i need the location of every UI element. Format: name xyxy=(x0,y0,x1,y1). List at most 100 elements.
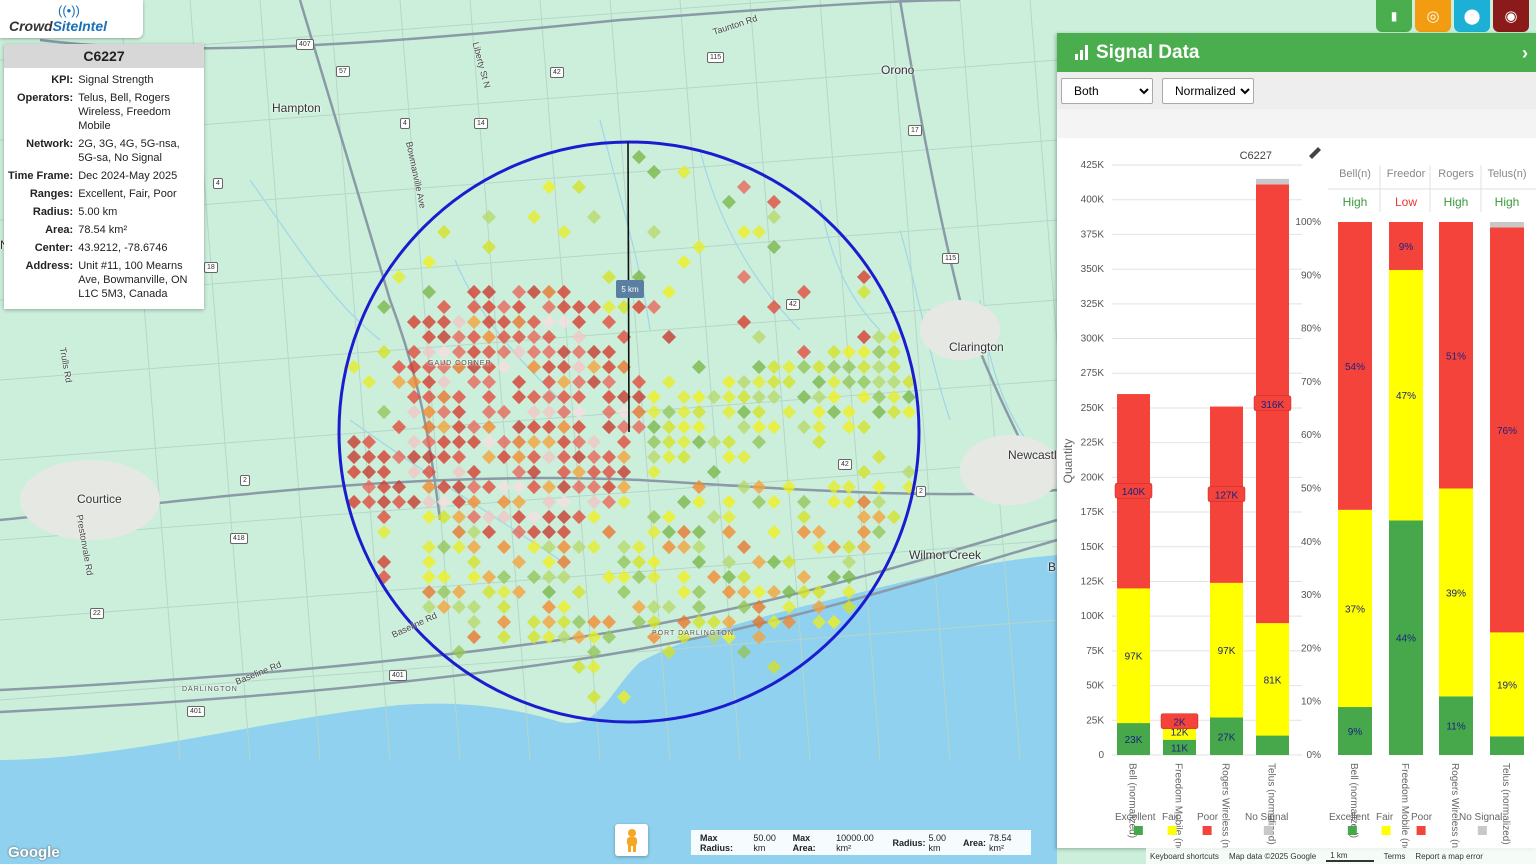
pct-bar-label: 47% xyxy=(1396,391,1416,402)
chart-button[interactable]: ▮ xyxy=(1376,0,1412,32)
operator-rating: High xyxy=(1444,195,1469,209)
operator-select[interactable]: Both xyxy=(1061,77,1153,104)
legend-swatch xyxy=(1167,826,1177,835)
info-label: Network: xyxy=(26,138,74,150)
info-row: Radius: 5.00 km xyxy=(6,203,202,221)
y-tick-label: 175K xyxy=(1081,507,1105,518)
legend-swatch xyxy=(1347,826,1357,835)
y-tick-label: 125K xyxy=(1081,576,1105,587)
info-value: Telus, Bell, Rogers Wireless, Freedom Mo… xyxy=(78,92,171,132)
pct-bar-segment[interactable] xyxy=(1490,222,1524,228)
pct-bar-label: 44% xyxy=(1396,634,1416,645)
max-radius-value: 50.00 km xyxy=(753,832,776,853)
y-tick-label: 50K xyxy=(1086,681,1104,692)
y-tick-label: 375K xyxy=(1081,229,1105,240)
info-label: Address: xyxy=(25,260,74,272)
info-value: Dec 2024-May 2025 xyxy=(78,170,178,182)
collapse-chevron-icon[interactable]: › xyxy=(1522,43,1528,64)
info-row: Center: 43.9212, -78.6746 xyxy=(6,239,202,257)
mode-select[interactable]: Normalized xyxy=(1162,77,1254,104)
bar-value-label: 316K xyxy=(1261,400,1285,411)
operator-rating: Low xyxy=(1395,195,1417,209)
legend-swatch xyxy=(1416,826,1426,835)
max-radius-label: Max Radius: xyxy=(700,832,734,853)
column-header: Rogers xyxy=(1438,168,1474,180)
map-attribution: Keyboard shortcuts Map data ©2025 Google… xyxy=(1146,848,1536,864)
pct-tick-label: 20% xyxy=(1301,643,1321,654)
info-row: Ranges: Excellent, Fair, Poor xyxy=(6,185,202,203)
pct-bar-label: 54% xyxy=(1345,362,1365,373)
target-icon: ◎ xyxy=(1426,8,1440,25)
report-error-link[interactable]: Report a map error xyxy=(1415,852,1483,861)
bar-segment[interactable] xyxy=(1256,178,1289,185)
info-label: KPI: xyxy=(51,74,74,86)
globe-icon: ◉ xyxy=(1504,8,1518,25)
y-tick-label: 75K xyxy=(1086,646,1104,657)
globe-button[interactable]: ◉ xyxy=(1493,0,1529,32)
brand-name: CrowdSiteIntel xyxy=(9,18,107,34)
info-row: KPI: Signal Strength xyxy=(6,71,202,89)
y-tick-label: 150K xyxy=(1081,542,1105,553)
max-area-label: Max Area: xyxy=(792,832,816,853)
place-label: PORT DARLINGTON xyxy=(652,630,734,637)
pct-tick-label: 100% xyxy=(1295,217,1321,228)
pct-bar-label: 39% xyxy=(1446,588,1466,599)
street-view-pegman[interactable] xyxy=(615,824,648,856)
y-tick-label: 400K xyxy=(1081,195,1105,206)
panel-controls: Both Normalized xyxy=(1057,72,1536,109)
info-row: Time Frame: Dec 2024-May 2025 xyxy=(6,167,202,185)
x-category-label: Freedom Mobile (normalized) xyxy=(1399,763,1410,848)
target-button[interactable]: ◎ xyxy=(1415,0,1451,32)
bar-value-label: 127K xyxy=(1215,491,1239,502)
terms-link[interactable]: Terms xyxy=(1384,852,1406,861)
place-label: GAUD CORNER xyxy=(428,360,492,367)
bar-segment[interactable] xyxy=(1256,735,1289,755)
location-button[interactable]: ⬤ xyxy=(1454,0,1490,32)
pct-bar-label: 9% xyxy=(1399,242,1414,253)
y-tick-label: 100K xyxy=(1081,611,1105,622)
x-category-label: Rogers Wireless (normalized) xyxy=(1220,763,1231,848)
radius-status-bar: Max Radius: 50.00 km Max Area: 10000.00 km… xyxy=(691,830,1031,855)
highway-shield: 2 xyxy=(240,475,250,486)
highway-shield: 42 xyxy=(786,299,800,310)
legend-swatch xyxy=(1133,826,1143,835)
legend-swatch xyxy=(1202,826,1212,835)
pct-tick-label: 70% xyxy=(1301,377,1321,388)
y-tick-label: 300K xyxy=(1081,334,1105,345)
column-header: Telus(n) xyxy=(1487,168,1526,180)
edit-pencil-icon[interactable] xyxy=(1309,147,1321,159)
y-tick-label: 325K xyxy=(1081,299,1105,310)
pct-bar-segment[interactable] xyxy=(1490,736,1524,755)
highway-shield: 18 xyxy=(204,262,218,273)
y-tick-label: 225K xyxy=(1081,438,1105,449)
legend-label: Poor xyxy=(1411,812,1433,823)
bar-value-label: 23K xyxy=(1125,735,1143,746)
google-logo: Google xyxy=(8,844,60,861)
info-label: Ranges: xyxy=(29,188,74,200)
bar-value-label: 11K xyxy=(1171,743,1188,754)
y-tick-label: 200K xyxy=(1081,472,1105,483)
legend-label: Poor xyxy=(1197,812,1219,823)
place-label: Newcastl xyxy=(1008,448,1057,462)
info-row: Operators: Telus, Bell, Rogers Wireless, … xyxy=(6,89,202,135)
pct-bar-label: 76% xyxy=(1497,426,1517,437)
bar-value-label: 12K xyxy=(1171,727,1189,738)
keyboard-shortcuts-link[interactable]: Keyboard shortcuts xyxy=(1150,852,1219,861)
highway-shield: 401 xyxy=(389,670,407,681)
legend-swatch xyxy=(1263,826,1273,835)
bar-value-label: 97K xyxy=(1218,646,1236,657)
info-value: 5.00 km xyxy=(78,206,118,218)
y-tick-label: 250K xyxy=(1081,403,1105,414)
highway-shield: 42 xyxy=(838,459,852,470)
x-category-label: Freedom Mobile (normalized) xyxy=(1173,763,1184,848)
pct-bar-label: 37% xyxy=(1345,604,1365,615)
place-label: DARLINGTON xyxy=(182,686,238,693)
y-tick-label: 0 xyxy=(1098,750,1104,761)
pct-bar-label: 51% xyxy=(1446,351,1466,362)
pct-bar-label: 9% xyxy=(1348,727,1363,738)
brand-part1: Crowd xyxy=(9,18,53,34)
operator-rating: High xyxy=(1343,195,1368,209)
place-label: Courtice xyxy=(77,492,122,506)
highway-shield: 115 xyxy=(942,253,960,264)
column-header: Bell(n) xyxy=(1339,168,1371,180)
